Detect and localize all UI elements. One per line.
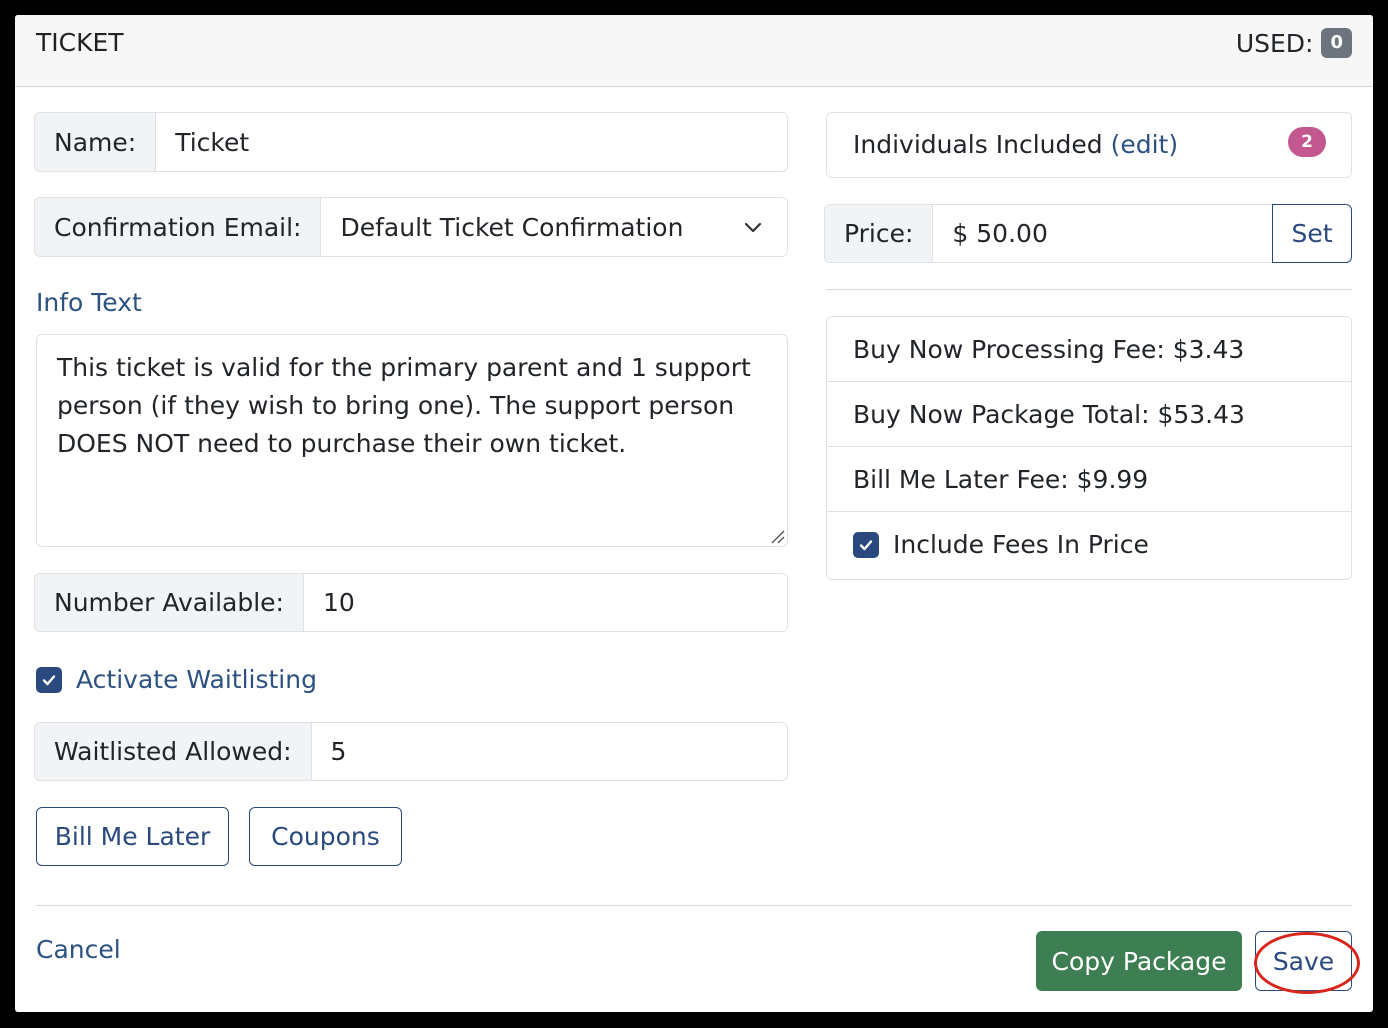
save-button[interactable]: Save <box>1255 931 1352 991</box>
processing-fee-row: Buy Now Processing Fee: $3.43 <box>827 317 1351 382</box>
individuals-included-panel: Individuals Included (edit) 2 <box>826 112 1352 178</box>
waitlisting-checkbox[interactable] <box>36 666 62 693</box>
used-label: USED: <box>1235 28 1314 58</box>
number-available-label: Number Available: <box>35 574 304 631</box>
confirmation-email-select[interactable]: Default Ticket Confirmation <box>321 198 787 256</box>
fees-panel: Buy Now Processing Fee: $3.43 Buy Now Pa… <box>826 316 1352 580</box>
name-input[interactable]: Ticket <box>156 113 787 171</box>
individuals-label: Individuals Included <box>853 130 1103 159</box>
activate-waitlisting-row[interactable]: Activate Waitlisting <box>36 665 317 694</box>
used-counter: USED: 0 <box>1236 28 1352 58</box>
name-label: Name: <box>35 113 157 171</box>
chevron-down-icon <box>744 222 762 233</box>
number-available-input[interactable]: 10 <box>303 574 787 631</box>
package-total-row: Buy Now Package Total: $53.43 <box>827 382 1351 447</box>
copy-package-button[interactable]: Copy Package <box>1036 931 1242 991</box>
price-label: Price: <box>825 205 934 262</box>
waitlisted-allowed-input[interactable]: 5 <box>311 723 787 780</box>
card-header: TICKET USED: 0 <box>15 15 1373 87</box>
info-text-value: This ticket is valid for the primary par… <box>57 353 751 458</box>
bill-me-later-button[interactable]: Bill Me Later <box>36 807 229 866</box>
cancel-link[interactable]: Cancel <box>36 935 121 964</box>
used-count-badge: 0 <box>1321 28 1352 58</box>
include-fees-checkbox[interactable] <box>853 531 879 558</box>
card-title: TICKET <box>36 28 124 57</box>
price-input-group: Price: $ 50.00 <box>824 204 1273 263</box>
bill-me-later-fee-row: Bill Me Later Fee: $9.99 <box>827 447 1351 512</box>
footer-divider <box>36 905 1352 906</box>
confirmation-email-label: Confirmation Email: <box>35 198 322 256</box>
set-price-button[interactable]: Set <box>1272 204 1352 263</box>
include-fees-row[interactable]: Include Fees In Price <box>827 512 1351 577</box>
individuals-edit-link[interactable]: (edit) <box>1111 130 1179 159</box>
name-input-group: Name: Ticket <box>34 112 788 172</box>
confirmation-email-value: Default Ticket Confirmation <box>340 212 684 242</box>
waitlisting-label[interactable]: Activate Waitlisting <box>76 665 317 694</box>
check-icon <box>42 674 56 685</box>
info-text-label: Info Text <box>36 288 142 317</box>
individuals-count-badge: 2 <box>1288 127 1326 157</box>
resize-grip-icon[interactable] <box>769 528 785 544</box>
waitlisted-allowed-label: Waitlisted Allowed: <box>35 723 312 780</box>
price-input[interactable]: $ 50.00 <box>933 205 1273 262</box>
coupons-button[interactable]: Coupons <box>249 807 402 866</box>
info-text-textarea[interactable]: This ticket is valid for the primary par… <box>36 334 788 547</box>
waitlisted-allowed-group: Waitlisted Allowed: 5 <box>34 722 788 781</box>
ticket-package-card: TICKET USED: 0 Name: Ticket Confirmation… <box>15 15 1373 1012</box>
include-fees-label[interactable]: Include Fees In Price <box>893 530 1149 559</box>
divider <box>826 289 1352 290</box>
check-icon <box>859 539 873 550</box>
number-available-group: Number Available: 10 <box>34 573 788 632</box>
confirmation-email-group: Confirmation Email: Default Ticket Confi… <box>34 197 788 257</box>
individuals-included: Individuals Included (edit) <box>853 130 1178 159</box>
